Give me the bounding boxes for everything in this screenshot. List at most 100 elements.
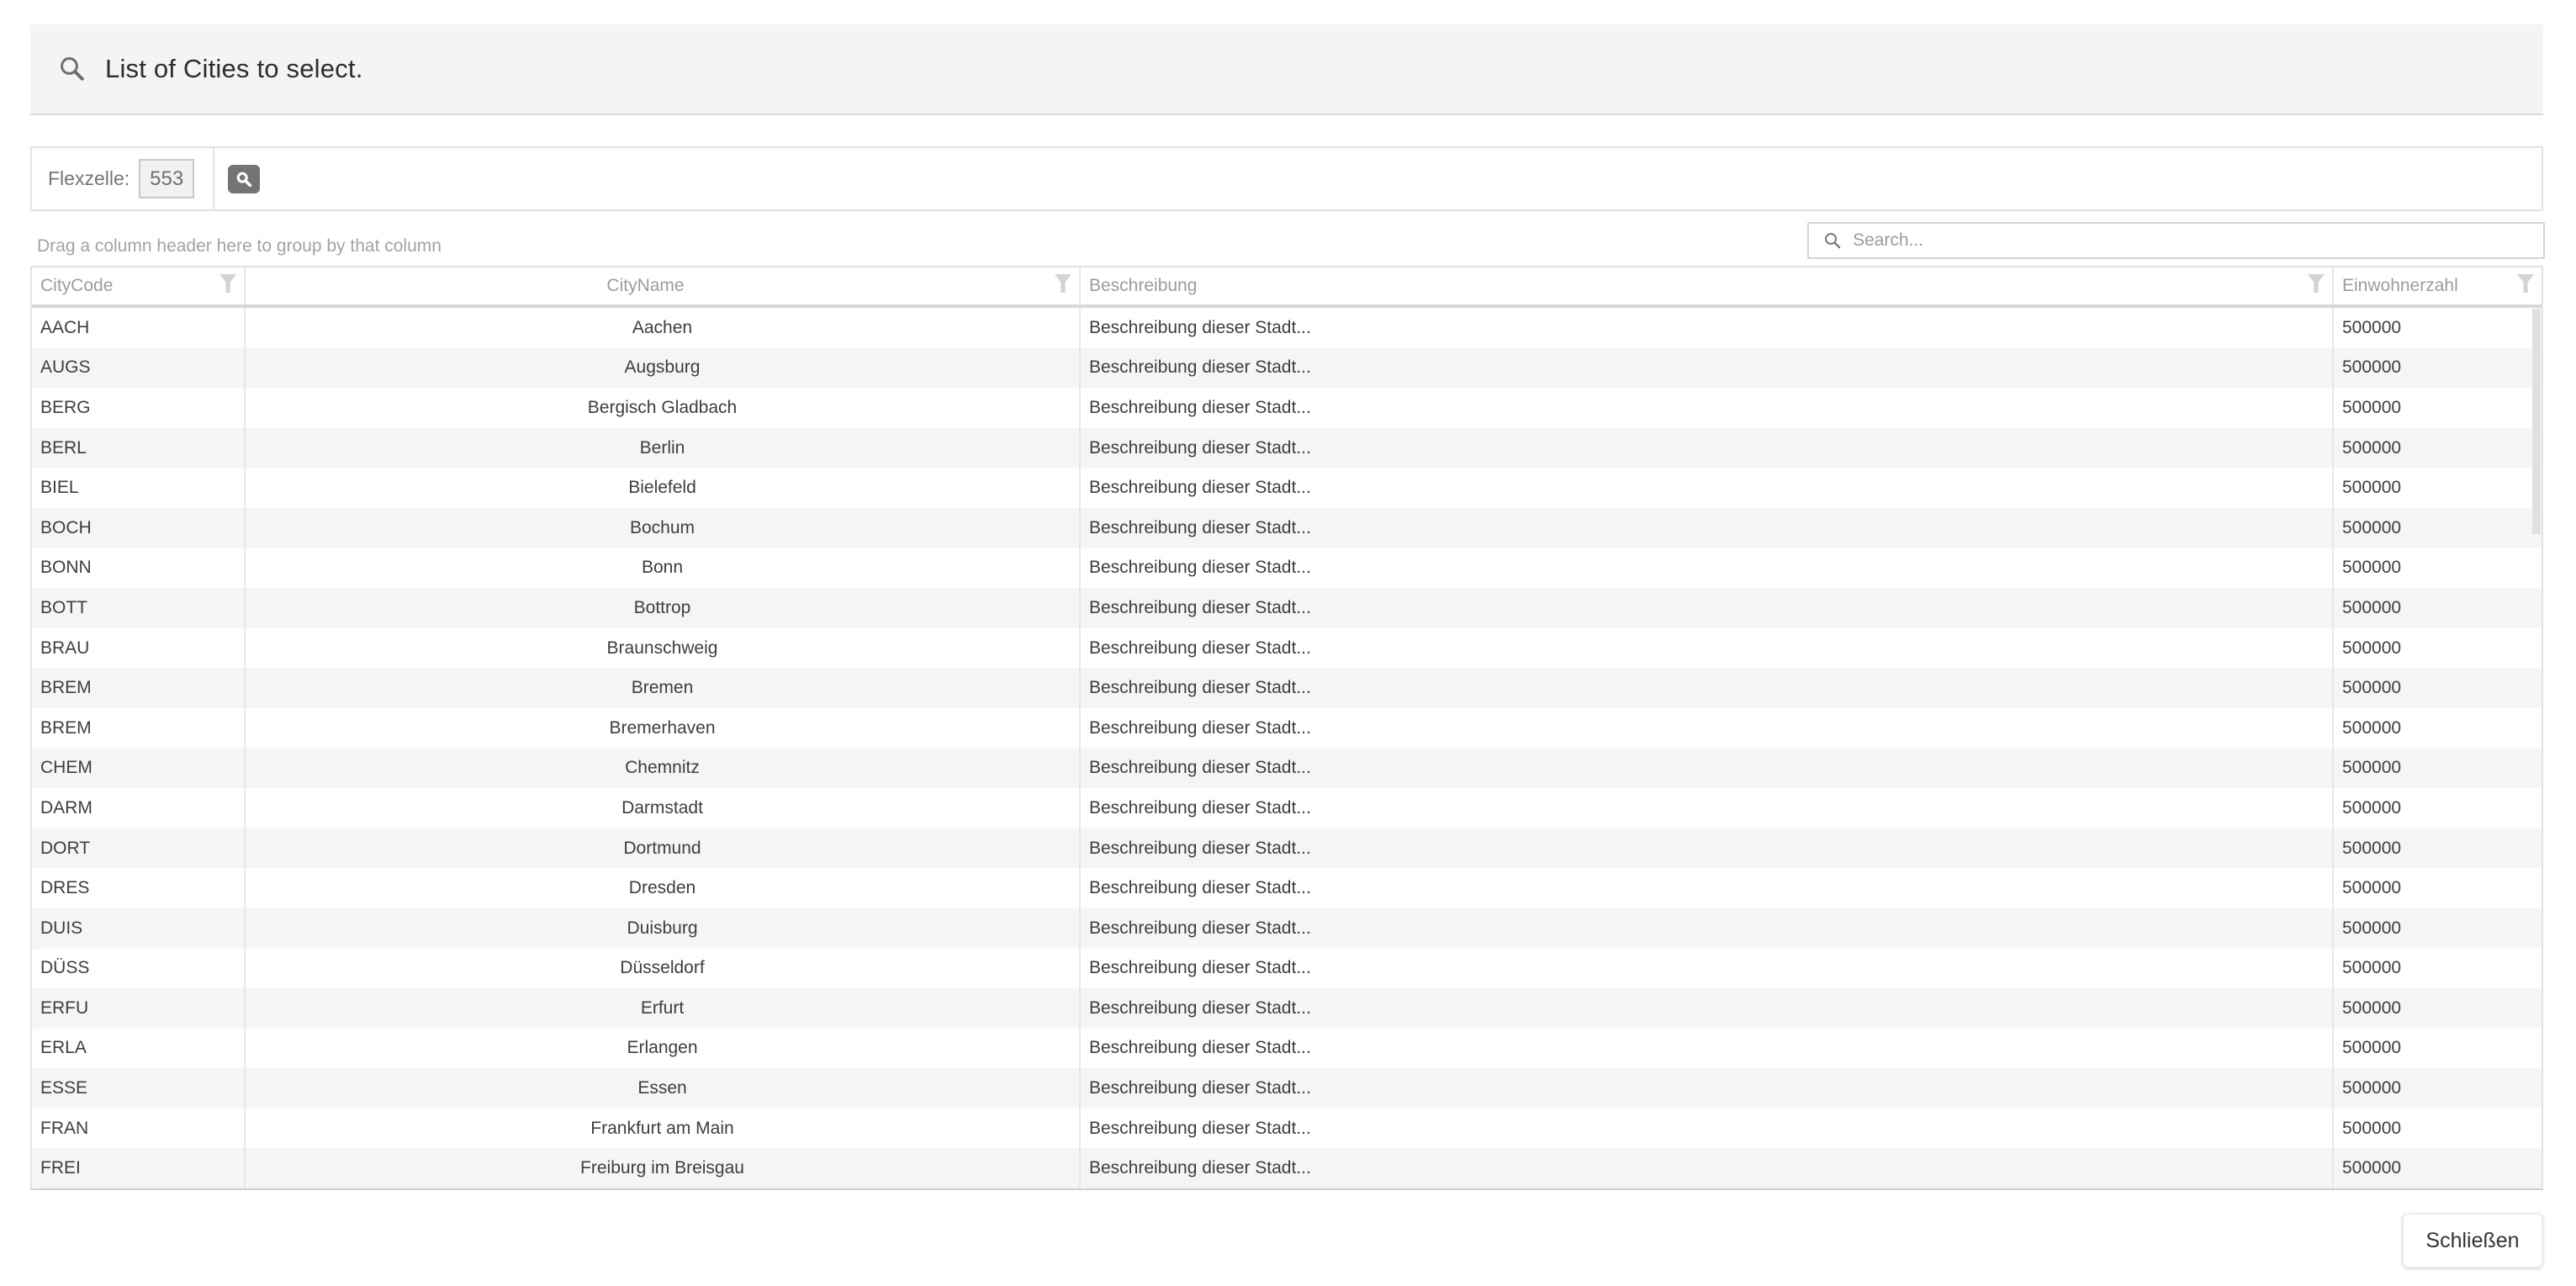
table-row[interactable]: ESSEEssenBeschreibung dieser Stadt...500… <box>32 1068 2542 1109</box>
cell-population: 500000 <box>2334 749 2542 789</box>
cell-code: DUIS <box>32 908 246 949</box>
cell-description: Beschreibung dieser Stadt... <box>1081 588 2334 628</box>
cell-name: Berlin <box>246 428 1081 468</box>
cell-population: 500000 <box>2334 308 2542 348</box>
vertical-scrollbar-thumb[interactable] <box>2532 309 2541 534</box>
filter-funnel-icon[interactable] <box>219 273 237 299</box>
cell-code: DARM <box>32 788 246 828</box>
cell-population: 500000 <box>2334 668 2542 708</box>
cell-description: Beschreibung dieser Stadt... <box>1081 308 2334 348</box>
cell-name: Dortmund <box>246 828 1081 869</box>
cell-name: Essen <box>246 1068 1081 1109</box>
table-row[interactable]: BIELBielefeldBeschreibung dieser Stadt..… <box>32 468 2542 508</box>
table-row[interactable]: BREMBremenBeschreibung dieser Stadt...50… <box>32 668 2542 708</box>
cell-code: BERL <box>32 428 246 468</box>
search-button[interactable] <box>228 165 260 193</box>
cell-description: Beschreibung dieser Stadt... <box>1081 1109 2334 1149</box>
cell-description: Beschreibung dieser Stadt... <box>1081 988 2334 1029</box>
cell-description: Beschreibung dieser Stadt... <box>1081 788 2334 828</box>
table-row[interactable]: DORTDortmundBeschreibung dieser Stadt...… <box>32 828 2542 869</box>
cell-code: BERG <box>32 388 246 428</box>
column-header-label: Beschreibung <box>1081 276 2332 296</box>
cell-name: Erfurt <box>246 988 1081 1029</box>
cell-code: BIEL <box>32 468 246 508</box>
cell-population: 500000 <box>2334 1029 2542 1069</box>
cell-population: 500000 <box>2334 949 2542 989</box>
toolbar-divider <box>213 148 214 209</box>
cell-code: BOCH <box>32 508 246 548</box>
magnifier-icon <box>235 170 253 188</box>
column-header-population[interactable]: Einwohnerzahl <box>2334 267 2542 304</box>
cell-description: Beschreibung dieser Stadt... <box>1081 548 2334 589</box>
cell-name: Darmstadt <box>246 788 1081 828</box>
filter-funnel-icon[interactable] <box>2516 273 2535 299</box>
cell-name: Bochum <box>246 508 1081 548</box>
toolbar: Flexzelle: <box>30 146 2543 211</box>
filter-funnel-icon[interactable] <box>2307 273 2325 299</box>
table-row[interactable]: BONNBonnBeschreibung dieser Stadt...5000… <box>32 548 2542 589</box>
grid-search-input[interactable] <box>1853 230 2543 251</box>
cell-name: Düsseldorf <box>246 949 1081 989</box>
table-row[interactable]: BERLBerlinBeschreibung dieser Stadt...50… <box>32 428 2542 468</box>
cell-code: CHEM <box>32 749 246 789</box>
cell-name: Freiburg im Breisgau <box>246 1148 1081 1188</box>
cell-code: ERFU <box>32 988 246 1029</box>
cell-name: Bremen <box>246 668 1081 708</box>
cell-name: Bielefeld <box>246 468 1081 508</box>
table-row[interactable]: FRANFrankfurt am MainBeschreibung dieser… <box>32 1109 2542 1149</box>
column-header-description[interactable]: Beschreibung <box>1081 267 2334 304</box>
search-icon <box>58 55 87 83</box>
cell-code: DRES <box>32 868 246 908</box>
group-panel-hint: Drag a column header here to group by th… <box>37 236 442 257</box>
flexzelle-input[interactable] <box>139 159 194 198</box>
cell-population: 500000 <box>2334 868 2542 908</box>
cell-population: 500000 <box>2334 628 2542 669</box>
table-row[interactable]: DUISDuisburgBeschreibung dieser Stadt...… <box>32 908 2542 949</box>
table-row[interactable]: BERGBergisch GladbachBeschreibung dieser… <box>32 388 2542 428</box>
cell-code: AACH <box>32 308 246 348</box>
cell-population: 500000 <box>2334 788 2542 828</box>
cell-description: Beschreibung dieser Stadt... <box>1081 468 2334 508</box>
table-row[interactable]: ERLAErlangenBeschreibung dieser Stadt...… <box>32 1029 2542 1069</box>
cell-population: 500000 <box>2334 388 2542 428</box>
table-row[interactable]: BOTTBottropBeschreibung dieser Stadt...5… <box>32 588 2542 628</box>
cell-population: 500000 <box>2334 1109 2542 1149</box>
cell-population: 500000 <box>2334 348 2542 389</box>
table-row[interactable]: FREIFreiburg im BreisgauBeschreibung die… <box>32 1148 2542 1188</box>
table-row[interactable]: DARMDarmstadtBeschreibung dieser Stadt..… <box>32 788 2542 828</box>
filter-funnel-icon[interactable] <box>1054 273 1072 299</box>
column-header-label: CityCode <box>32 276 244 296</box>
column-header-code[interactable]: CityCode <box>32 267 246 304</box>
table-row[interactable]: BREMBremerhavenBeschreibung dieser Stadt… <box>32 708 2542 749</box>
cell-description: Beschreibung dieser Stadt... <box>1081 348 2334 389</box>
table-row[interactable]: BRAUBraunschweigBeschreibung dieser Stad… <box>32 628 2542 669</box>
table-row[interactable]: BOCHBochumBeschreibung dieser Stadt...50… <box>32 508 2542 548</box>
table-row[interactable]: DÜSSDüsseldorfBeschreibung dieser Stadt.… <box>32 949 2542 989</box>
cell-code: BONN <box>32 548 246 589</box>
cell-name: Dresden <box>246 868 1081 908</box>
grid-body: AACHAachenBeschreibung dieser Stadt...50… <box>32 308 2542 1188</box>
column-header-name[interactable]: CityName <box>246 267 1081 304</box>
cell-description: Beschreibung dieser Stadt... <box>1081 828 2334 869</box>
cell-code: FRAN <box>32 1109 246 1149</box>
cell-population: 500000 <box>2334 588 2542 628</box>
close-button[interactable]: Schließen <box>2403 1214 2542 1267</box>
cell-name: Bergisch Gladbach <box>246 388 1081 428</box>
cell-code: ESSE <box>32 1068 246 1109</box>
cell-code: DÜSS <box>32 949 246 989</box>
table-row[interactable]: AUGSAugsburgBeschreibung dieser Stadt...… <box>32 348 2542 389</box>
table-row[interactable]: CHEMChemnitzBeschreibung dieser Stadt...… <box>32 749 2542 789</box>
cell-name: Chemnitz <box>246 749 1081 789</box>
table-row[interactable]: DRESDresdenBeschreibung dieser Stadt...5… <box>32 868 2542 908</box>
cell-code: BREM <box>32 708 246 749</box>
table-row[interactable]: ERFUErfurtBeschreibung dieser Stadt...50… <box>32 988 2542 1029</box>
cell-description: Beschreibung dieser Stadt... <box>1081 428 2334 468</box>
cell-code: ERLA <box>32 1029 246 1069</box>
cell-population: 500000 <box>2334 1148 2542 1188</box>
cell-population: 500000 <box>2334 428 2542 468</box>
cell-description: Beschreibung dieser Stadt... <box>1081 708 2334 749</box>
table-row[interactable]: AACHAachenBeschreibung dieser Stadt...50… <box>32 308 2542 348</box>
cell-description: Beschreibung dieser Stadt... <box>1081 949 2334 989</box>
dialog-title: List of Cities to select. <box>105 54 363 84</box>
search-icon <box>1822 230 1843 251</box>
